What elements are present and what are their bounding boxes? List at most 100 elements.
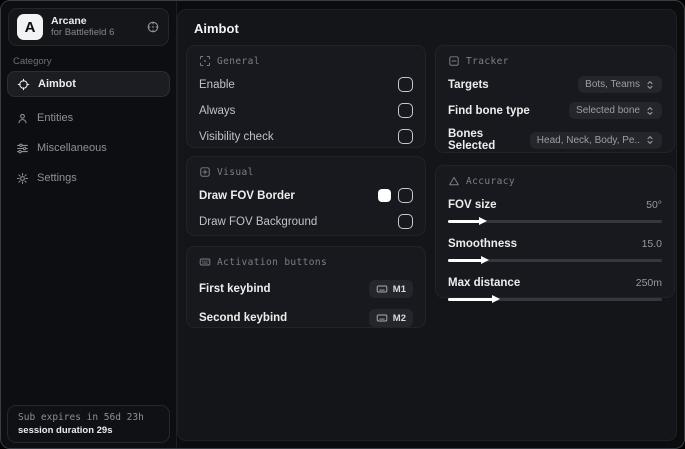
targets-dropdown[interactable]: Bots, Teams [578,76,662,93]
sidebar-item-label: Aimbot [38,78,76,90]
accuracy-card-title: Accuracy [466,175,515,187]
person-icon [16,112,29,125]
sidebar-item-label: Miscellaneous [37,142,107,154]
slider-thumb[interactable] [479,216,488,225]
setting-row-draw-fov-background: Draw FOV Background [199,213,413,230]
setting-label: Enable [199,78,235,91]
setting-row-max-distance: Max distance 250m [448,274,662,291]
sub-expiry-text: Sub expires in 56d 23h [18,412,144,423]
sidebar-item-aimbot[interactable]: Aimbot [7,71,170,97]
general-card-title: General [217,55,260,67]
tracker-card-header: Tracker [448,55,662,67]
sidebar-item-settings[interactable]: Settings [7,165,170,191]
visual-card-header: Visual [199,166,413,178]
target-icon[interactable] [146,20,160,34]
activation-card-title: Activation buttons [217,256,328,268]
setting-label: Draw FOV Border [199,189,295,202]
app-logo: A [17,14,43,40]
unfold-icon [645,80,655,90]
triangle-icon [448,175,460,187]
app-window: A Arcane for Battlefield 6 Category Aimb… [0,0,685,449]
max-distance-slider[interactable] [448,294,662,304]
sidebar-item-label: Entities [37,112,74,124]
visibility-check-checkbox[interactable] [398,129,413,144]
fov-size-value: 50° [646,198,662,211]
setting-row-bones-selected: Bones Selected Head, Neck, Body, Pe.. [448,128,662,152]
app-logo-letter: A [24,18,36,36]
setting-label: FOV size [448,198,497,211]
smoothness-slider[interactable] [448,255,662,265]
keyboard-icon [199,256,211,268]
frame-plus-icon [199,166,211,178]
activation-card-header: Activation buttons [199,256,413,268]
dropdown-value: Bots, Teams [585,79,640,90]
slider-fill [448,216,488,225]
sidebar-item-label: Settings [37,172,77,184]
setting-row-find-bone-type: Find bone type Selected bone [448,102,662,119]
visual-card-title: Visual [217,166,254,178]
app-title: Arcane [51,15,87,27]
subscription-card: Sub expires in 56d 23h session duration … [7,405,170,443]
setting-label: Targets [448,78,489,91]
slider-fill [448,255,490,264]
keybind-value: M2 [392,312,406,324]
always-checkbox[interactable] [398,103,413,118]
slider-thumb[interactable] [481,255,490,264]
draw-fov-background-checkbox[interactable] [398,214,413,229]
sidebar: A Arcane for Battlefield 6 Category Aimb… [1,1,177,448]
setting-row-draw-fov-border: Draw FOV Border [199,187,413,204]
sliders-icon [16,142,29,155]
setting-row-fov-size: FOV size 50° [448,196,662,213]
page-title: Aimbot [194,21,239,36]
keyboard-icon [376,312,388,324]
setting-row-targets: Targets Bots, Teams [448,76,662,93]
slider-thumb[interactable] [491,294,500,303]
setting-label: Draw FOV Background [199,215,318,228]
setting-label: First keybind [199,283,271,295]
find-bone-type-dropdown[interactable]: Selected bone [569,102,662,119]
first-keybind-button[interactable]: M1 [368,280,413,298]
accuracy-card: Accuracy FOV size 50° Smoothness 15.0 Ma… [435,165,675,303]
sidebar-item-miscellaneous[interactable]: Miscellaneous [7,135,170,161]
square-minus-icon [448,55,460,67]
main-panel: Aimbot General Enable Always Visibility … [177,9,677,441]
tracker-card-title: Tracker [466,55,509,67]
setting-label: Find bone type [448,104,530,117]
crosshair-icon [17,78,30,91]
bones-selected-dropdown[interactable]: Head, Neck, Body, Pe.. [529,131,662,149]
scan-icon [199,55,211,67]
visual-card: Visual Draw FOV Border Draw FOV Backgrou… [186,156,426,236]
unfold-icon [645,106,655,116]
setting-row-first-keybind: First keybind M1 [199,280,413,298]
dropdown-value: Selected bone [576,105,640,116]
fov-border-color-swatch[interactable] [378,189,391,202]
fov-size-slider[interactable] [448,216,662,226]
logo-card: A Arcane for Battlefield 6 [8,8,169,46]
second-keybind-button[interactable]: M2 [368,309,413,327]
draw-fov-border-checkbox[interactable] [398,188,413,203]
session-duration-text: session duration 29s [18,425,113,436]
smoothness-value: 15.0 [641,237,662,250]
keyboard-icon [376,283,388,295]
setting-label: Always [199,104,236,117]
setting-row-second-keybind: Second keybind M2 [199,309,413,327]
accuracy-card-header: Accuracy [448,175,662,187]
sidebar-item-entities[interactable]: Entities [7,105,170,131]
setting-label: Second keybind [199,312,288,324]
general-card-header: General [199,55,413,67]
slider-fill [448,294,500,303]
setting-row-always: Always [199,102,413,119]
setting-label: Smoothness [448,237,518,250]
app-identity: Arcane for Battlefield 6 [51,15,138,39]
enable-checkbox[interactable] [398,77,413,92]
setting-row-smoothness: Smoothness 15.0 [448,235,662,252]
sidebar-nav: Aimbot Entities Miscellaneous Settings [7,71,170,195]
app-subtitle: for Battlefield 6 [51,27,115,38]
setting-label: Visibility check [199,130,274,143]
tracker-card: Tracker Targets Bots, Teams Find bone ty… [435,45,675,153]
setting-row-visibility-check: Visibility check [199,128,413,145]
setting-row-enable: Enable [199,76,413,93]
setting-label: Max distance [448,276,521,289]
setting-label: Bones Selected [448,128,496,152]
category-label: Category [13,56,52,67]
